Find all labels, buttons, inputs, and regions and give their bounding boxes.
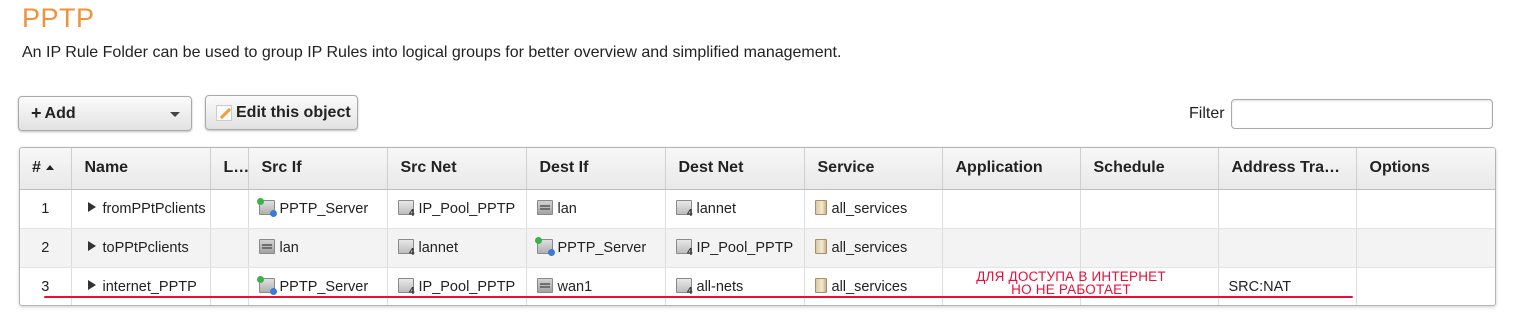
row-number: 3 (20, 267, 72, 305)
service-cell: all_services (804, 228, 943, 268)
pptp-interface-icon (534, 237, 555, 256)
page-description: An IP Rule Folder can be used to group I… (22, 44, 842, 61)
src-net-cell: lannet (387, 228, 527, 268)
src-if-cell: PPTP_Server (248, 267, 388, 305)
ipv4-network-icon (397, 278, 415, 297)
src-if-cell: lan (248, 228, 388, 268)
table-header-row: # Name L… Src If Src Net Dest If Dest Ne… (20, 148, 1495, 190)
annotation-underline (44, 296, 1353, 298)
dest-if-cell: PPTP_Server (526, 228, 666, 268)
ipv4-network-icon (397, 239, 415, 258)
rule-name: fromPPtPclients (102, 200, 206, 217)
rule-name: internet_PPTP (102, 278, 197, 295)
column-header-src-if[interactable]: Src If (248, 148, 388, 190)
ethernet-interface-icon (258, 239, 275, 254)
expand-arrow-icon[interactable] (87, 279, 96, 290)
options-cell (1356, 228, 1495, 268)
dest-net-cell: IP_Pool_PPTP (665, 228, 805, 268)
chevron-down-icon (170, 112, 180, 117)
column-header-log[interactable]: L… (210, 148, 249, 190)
filter-input[interactable] (1231, 99, 1493, 129)
ipv4-network-icon (675, 200, 693, 219)
ipv4-network-icon (675, 239, 693, 258)
expand-arrow-icon[interactable] (87, 201, 96, 212)
rule-name-cell[interactable]: fromPPtPclients (71, 189, 211, 229)
page-title: PPTP (22, 3, 95, 33)
column-header-number[interactable]: # (20, 148, 72, 190)
application-cell (942, 189, 1081, 229)
column-header-application[interactable]: Application (942, 148, 1081, 190)
edit-object-label: Edit this object (236, 103, 351, 121)
address-translation-cell (1218, 228, 1357, 268)
rule-name-cell[interactable]: toPPtPclients (71, 228, 211, 268)
pptp-interface-icon (256, 276, 277, 296)
column-header-address-translation[interactable]: Address Tran… (1218, 148, 1357, 190)
add-button[interactable]: + Add (18, 96, 192, 131)
src-net-cell: IP_Pool_PPTP (387, 189, 527, 229)
column-header-src-net[interactable]: Src Net (387, 148, 527, 190)
row-number: 1 (20, 189, 72, 229)
service-icon (814, 239, 827, 254)
schedule-cell (1080, 189, 1219, 229)
dest-if-cell: wan1 (526, 267, 666, 305)
dest-net-cell: all-nets (665, 267, 805, 305)
rule-name: toPPtPclients (102, 239, 189, 256)
options-cell (1356, 189, 1495, 229)
column-header-options[interactable]: Options (1356, 148, 1495, 190)
application-cell (942, 228, 1081, 268)
ethernet-interface-icon (536, 278, 553, 294)
edit-object-button[interactable]: Edit this object (205, 95, 358, 130)
pencil-icon (216, 104, 232, 121)
pptp-interface-icon (256, 198, 277, 217)
service-cell: all_services (804, 189, 943, 229)
service-icon (814, 200, 827, 215)
column-header-name[interactable]: Name (71, 148, 211, 190)
log-cell (210, 267, 249, 305)
plus-icon: + (31, 103, 42, 123)
address-translation-cell (1218, 189, 1357, 229)
table-row[interactable]: 2 toPPtPclients lan lannet PPTP_Server I… (20, 228, 1495, 268)
column-header-service[interactable]: Service (804, 148, 943, 190)
rules-table: # Name L… Src If Src Net Dest If Dest Ne… (19, 147, 1496, 306)
schedule-cell (1080, 228, 1219, 268)
ipv4-network-icon (675, 278, 693, 297)
column-header-dest-if[interactable]: Dest If (526, 148, 666, 190)
ethernet-interface-icon (536, 200, 553, 215)
options-cell (1356, 267, 1495, 305)
row-number: 2 (20, 228, 72, 268)
ipv4-network-icon (397, 200, 415, 219)
address-translation-cell: SRC:NAT (1218, 267, 1357, 305)
table-row[interactable]: 1 fromPPtPclients PPTP_Server IP_Pool_PP… (20, 189, 1495, 229)
sort-ascending-icon (45, 165, 54, 171)
src-if-cell: PPTP_Server (248, 189, 388, 229)
dest-net-cell: lannet (665, 189, 805, 229)
dest-if-cell: lan (526, 189, 666, 229)
log-cell (210, 189, 249, 229)
handwritten-annotation: ДЛЯ ДОСТУПА В ИНТЕРНЕТ НО НЕ РАБОТАЕТ (968, 270, 1174, 297)
service-icon (814, 278, 827, 294)
expand-arrow-icon[interactable] (87, 240, 96, 251)
column-header-dest-net[interactable]: Dest Net (665, 148, 805, 190)
table-row[interactable]: 3 internet_PPTP PPTP_Server IP_Pool_PPTP… (20, 267, 1495, 305)
service-cell: all_services (804, 267, 943, 305)
log-cell (210, 228, 249, 268)
add-button-label: Add (44, 104, 76, 122)
annotation-line-2: НО НЕ РАБОТАЕТ (1011, 282, 1131, 297)
column-header-schedule[interactable]: Schedule (1080, 148, 1219, 190)
filter-label: Filter (1189, 105, 1225, 122)
rule-name-cell[interactable]: internet_PPTP (71, 267, 211, 305)
src-net-cell: IP_Pool_PPTP (387, 267, 527, 305)
